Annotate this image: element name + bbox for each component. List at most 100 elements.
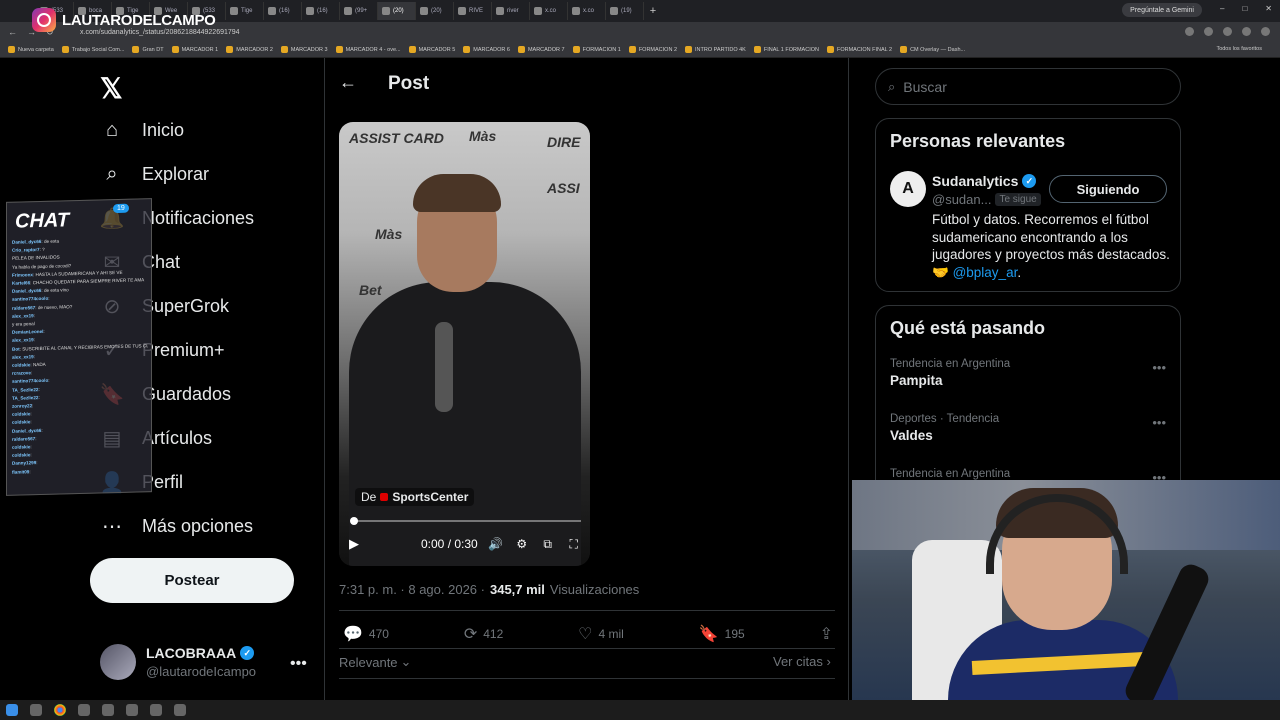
reply-sort-dropdown[interactable]: Relevante ⌄ — [339, 654, 411, 670]
progress-handle[interactable] — [350, 517, 358, 525]
nav-item-inicio[interactable]: ⌂ Inicio — [100, 118, 184, 142]
trend-context: Deportes · Tendencia — [890, 413, 1000, 425]
browser-tab[interactable]: RIVE — [454, 2, 492, 20]
browser-tab[interactable]: (20) — [378, 2, 416, 20]
bookmark-icon — [61, 46, 69, 53]
x-logo-icon[interactable]: 𝕏 — [100, 72, 123, 105]
back-arrow-icon[interactable]: ← — [339, 72, 357, 93]
trend-more-icon[interactable]: ••• — [1152, 415, 1166, 430]
account-switcher[interactable]: LACOBRAAA ✓ @lautarodeIcampo — [100, 644, 256, 680]
search-box[interactable]: ⌕ — [875, 68, 1181, 105]
browser-tab[interactable]: x.co — [568, 2, 606, 20]
menu-icon[interactable] — [1261, 27, 1270, 36]
windows-start-icon[interactable] — [6, 704, 18, 716]
close-icon[interactable]: ✕ — [1265, 4, 1272, 13]
bookmark-item[interactable]: FORMACION 2 — [628, 46, 677, 53]
nav-item-explorar[interactable]: ⌕ Explorar — [100, 162, 209, 186]
chat-text: PELEA DE INVALIDOS — [12, 254, 60, 262]
share-button[interactable]: ⇪ — [820, 624, 833, 644]
browser-tab[interactable]: (20) — [416, 2, 454, 20]
taskbar-app-icon[interactable] — [126, 704, 138, 716]
minimize-icon[interactable]: – — [1220, 4, 1224, 13]
bookmark-label: MARCADOR 1 — [181, 46, 219, 53]
bookmark-item[interactable]: INTRO PARTIDO 4K — [685, 46, 746, 53]
bio-mention-link[interactable]: @bplay_ar — [953, 265, 1018, 280]
new-tab-button[interactable]: + — [644, 5, 662, 17]
tab-label: (20) — [431, 8, 442, 14]
page-title: Post — [388, 73, 430, 94]
volume-icon[interactable]: 🔊 — [488, 537, 504, 551]
bookmark-icon — [8, 46, 15, 53]
bookmark-button[interactable]: 🔖 195 — [699, 624, 745, 644]
nav-item-label: Inicio — [142, 119, 185, 140]
nav-item-más-opciones[interactable]: ⋯ Más opciones — [100, 514, 253, 538]
taskbar-app-icon[interactable] — [174, 704, 186, 716]
tab-favicon-icon — [344, 7, 352, 15]
sudanalytics-avatar[interactable]: A — [890, 171, 926, 207]
zoom-icon[interactable] — [1185, 27, 1194, 36]
bookmark-item[interactable]: FORMACION FINAL 2 — [826, 46, 892, 53]
following-button[interactable]: Siguiendo — [1049, 175, 1167, 203]
chrome-icon[interactable] — [54, 704, 66, 716]
repost-button[interactable]: ⟳ 412 — [464, 624, 503, 644]
bookmark-item[interactable]: MARCADOR 4 - ove... — [335, 46, 401, 53]
account-more-icon[interactable]: ••• — [290, 655, 307, 673]
trend-item[interactable]: Deportes · Tendencia Valdes ••• — [890, 413, 1170, 443]
video-source-label[interactable]: De SportsCenter — [355, 488, 475, 506]
search-input[interactable] — [903, 78, 1144, 95]
trend-item[interactable]: Tendencia en Argentina Pampita ••• — [890, 358, 1170, 388]
tab-label: RIVE — [469, 8, 484, 14]
extension-icon[interactable] — [1204, 27, 1213, 36]
maximize-icon[interactable]: □ — [1242, 4, 1247, 13]
post-button[interactable]: Postear — [90, 558, 294, 603]
speaker-body — [349, 282, 581, 566]
star-icon[interactable] — [1223, 27, 1232, 36]
taskbar-app-icon[interactable] — [102, 704, 114, 716]
bookmark-item[interactable]: Gran DT — [132, 46, 164, 53]
trend-more-icon[interactable]: ••• — [1152, 360, 1166, 375]
tab-favicon-icon — [382, 7, 390, 15]
bookmark-label: MARCADOR 2 — [236, 46, 273, 53]
play-icon[interactable]: ▶ — [349, 536, 369, 552]
pip-icon[interactable]: ⧉ — [540, 537, 556, 552]
browser-tab[interactable]: river — [492, 2, 530, 20]
bookmark-item[interactable]: MARCADOR 7 — [517, 46, 565, 53]
bookmark-item[interactable]: MARCADOR 5 — [408, 46, 455, 53]
browser-tab[interactable]: (19) — [606, 2, 644, 20]
back-icon[interactable]: ← — [8, 27, 17, 38]
bookmark-item[interactable]: MARCADOR 6 — [463, 46, 510, 53]
bookmark-label: Trabajo Social Com... — [71, 46, 125, 53]
taskbar-app-icon[interactable] — [150, 704, 162, 716]
all-bookmarks[interactable]: Todos los favoritos — [1216, 46, 1262, 52]
video-progress-bar[interactable] — [350, 517, 581, 525]
browser-tab[interactable]: (16) — [302, 2, 340, 20]
trend-name: Valdes — [890, 428, 933, 443]
gemini-button[interactable]: Pregúntale a Gemini — [1122, 3, 1202, 17]
profile-icon[interactable] — [1242, 27, 1251, 36]
bookmark-item[interactable]: MARCADOR 1 — [171, 46, 219, 53]
bookmark-item[interactable]: MARCADOR 2 — [226, 46, 273, 53]
browser-tab[interactable]: x.co — [530, 2, 568, 20]
fullscreen-icon[interactable]: ⛶ — [566, 537, 582, 552]
video-player[interactable]: ASSIST CARD Màs DIRE ASSI Màs Bet De Spo… — [339, 122, 590, 566]
chat-username: alex_xx19 — [12, 337, 34, 344]
tab-favicon-icon — [496, 7, 504, 15]
taskbar-app-icon[interactable] — [78, 704, 90, 716]
bookmark-item[interactable]: Nueva carpeta — [8, 46, 54, 53]
bookmark-item[interactable]: MARCADOR 3 — [280, 46, 328, 53]
relevant-name-row[interactable]: Sudanalytics ✓ — [932, 173, 1037, 189]
bookmark-item[interactable]: Trabajo Social Com... — [61, 46, 125, 53]
browser-tab[interactable]: Tige — [226, 2, 264, 20]
file-explorer-icon[interactable] — [30, 704, 42, 716]
like-button[interactable]: ♡ 4 mil — [578, 624, 624, 644]
bookmark-item[interactable]: FORMACION 1 — [572, 46, 621, 53]
settings-icon[interactable]: ⚙ — [514, 537, 530, 551]
post-timestamp[interactable]: 7:31 p. m. · 8 ago. 2026 · — [339, 582, 485, 597]
bookmark-item[interactable]: CM Overlay — Dash... — [900, 46, 965, 53]
reply-button[interactable]: 💬 470 — [343, 624, 389, 644]
browser-tab[interactable]: (16) — [264, 2, 302, 20]
chat-separator: : — [30, 444, 32, 450]
bookmark-item[interactable]: FINAL 1 FORMACION — [753, 46, 819, 53]
view-quotes-link[interactable]: Ver citas › — [773, 654, 831, 669]
browser-tab[interactable]: (99+ — [340, 2, 378, 20]
